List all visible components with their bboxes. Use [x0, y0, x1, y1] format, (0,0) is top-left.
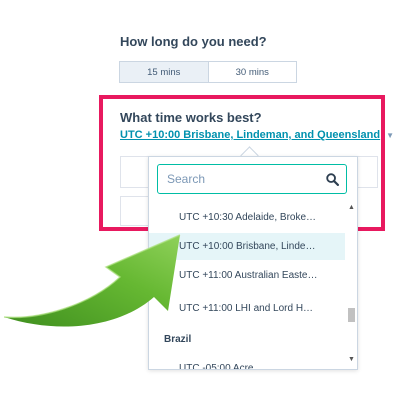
caret-down-icon[interactable]: ▼ [386, 131, 394, 140]
scroll-up-icon[interactable]: ▲ [347, 204, 356, 211]
search-icon[interactable] [324, 172, 346, 186]
scrollbar-thumb[interactable] [348, 308, 355, 322]
timezone-option[interactable]: UTC -05:00 Acre [149, 355, 345, 369]
dropdown-scrollbar[interactable]: ▲ ▼ [347, 204, 356, 369]
green-arrow-icon [3, 234, 181, 327]
duration-30-mins-button[interactable]: 30 mins [209, 62, 297, 82]
time-question: What time works best? [120, 110, 262, 125]
duration-15-mins-button[interactable]: 15 mins [120, 62, 209, 82]
duration-toggle: 15 mins 30 mins [119, 61, 297, 83]
timezone-search-field[interactable] [157, 164, 347, 194]
search-input[interactable] [158, 171, 324, 187]
timezone-selected-label[interactable]: UTC +10:00 Brisbane, Lindeman, and Queen… [120, 129, 380, 141]
duration-question: How long do you need? [120, 34, 267, 49]
scroll-down-icon[interactable]: ▼ [347, 356, 356, 363]
timezone-select[interactable]: UTC +10:00 Brisbane, Lindeman, and Queen… [120, 129, 394, 141]
